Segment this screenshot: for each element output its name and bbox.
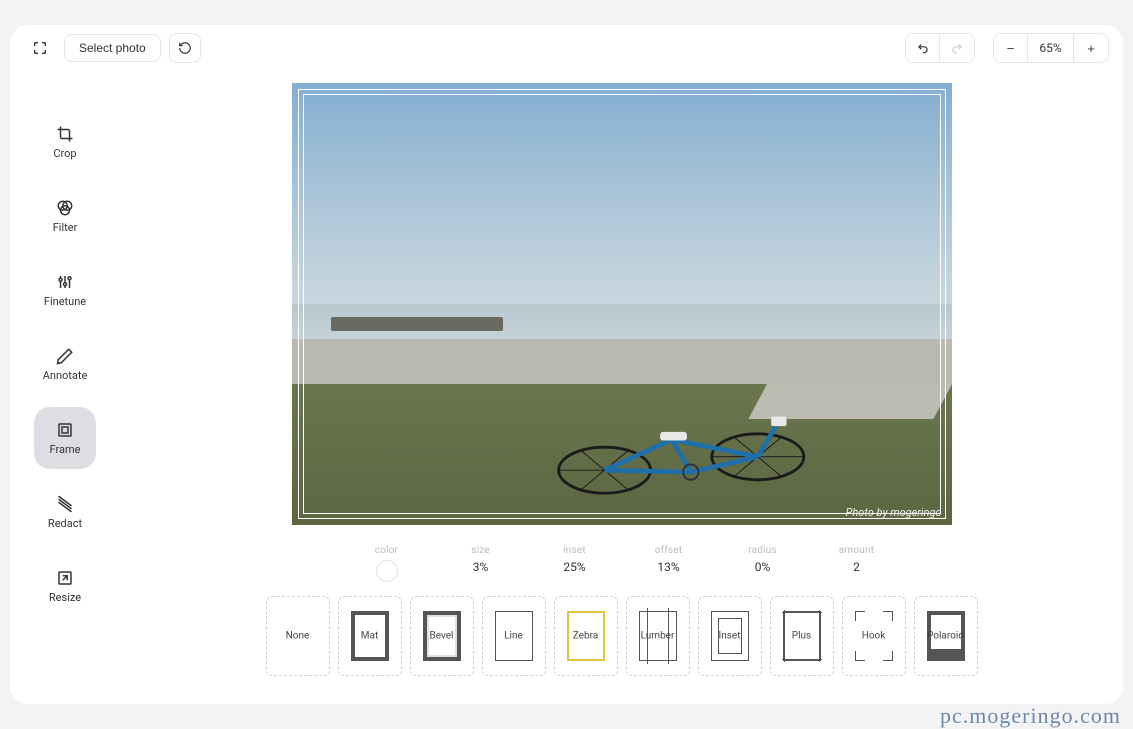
fullscreen-icon — [32, 40, 48, 56]
tool-label: Annotate — [43, 369, 88, 382]
param-label: amount — [839, 545, 874, 556]
photo: Photo by mogeringo — [292, 83, 952, 525]
param-value: 25% — [563, 560, 585, 574]
tool-finetune[interactable]: Finetune — [34, 259, 96, 321]
site-watermark: pc.mogeringo.com — [940, 703, 1121, 729]
param-value: 3% — [473, 560, 489, 574]
param-value: 0% — [755, 560, 771, 574]
style-none[interactable]: None — [266, 596, 330, 676]
param-size[interactable]: size 3% — [454, 545, 508, 574]
tool-label: Crop — [53, 147, 76, 160]
photo-subject-bicycle — [536, 384, 826, 499]
zoom-in-button[interactable]: + — [1074, 34, 1108, 62]
tool-crop[interactable]: Crop — [34, 111, 96, 173]
app-shell: Select photo − 65% + — [10, 25, 1123, 704]
undo-button[interactable] — [906, 34, 940, 62]
redact-icon — [56, 495, 74, 513]
tool-label: Frame — [50, 443, 81, 456]
color-swatch[interactable] — [376, 560, 398, 582]
tool-filter[interactable]: Filter — [34, 185, 96, 247]
sidebar: Crop Filter Finetune Annotate Frame Reda… — [10, 71, 120, 704]
style-mat[interactable]: Mat — [338, 596, 402, 676]
zoom-out-button[interactable]: − — [994, 34, 1028, 62]
zoom-group: − 65% + — [993, 33, 1109, 63]
annotate-icon — [56, 347, 74, 365]
undo-redo-group — [905, 33, 975, 63]
canvas[interactable]: Photo by mogeringo — [292, 83, 952, 525]
style-polaroid[interactable]: Polaroid — [914, 596, 978, 676]
style-hook[interactable]: Hook — [842, 596, 906, 676]
tool-redact[interactable]: Redact — [34, 481, 96, 543]
style-lumber[interactable]: Lumber — [626, 596, 690, 676]
zoom-level: 65% — [1028, 34, 1074, 62]
redo-button[interactable] — [940, 34, 974, 62]
revert-button[interactable] — [169, 33, 201, 63]
param-color[interactable]: color — [360, 545, 414, 582]
param-label: offset — [655, 545, 683, 556]
style-bevel[interactable]: Bevel — [410, 596, 474, 676]
crop-icon — [56, 125, 74, 143]
param-radius[interactable]: radius 0% — [736, 545, 790, 574]
fullscreen-button[interactable] — [24, 33, 56, 63]
resize-icon — [56, 569, 74, 587]
frame-styles: None Mat Bevel Line Zebra — [266, 596, 978, 676]
style-line[interactable]: Line — [482, 596, 546, 676]
body: Crop Filter Finetune Annotate Frame Reda… — [10, 71, 1123, 704]
filter-icon — [56, 199, 74, 217]
main-panel: Photo by mogeringo color size 3% inset 2… — [120, 71, 1123, 704]
photo-watermark: Photo by mogeringo — [846, 506, 942, 519]
param-inset[interactable]: inset 25% — [548, 545, 602, 574]
style-plus[interactable]: Plus — [770, 596, 834, 676]
tool-label: Finetune — [44, 295, 86, 308]
finetune-icon — [56, 273, 74, 291]
param-amount[interactable]: amount 2 — [830, 545, 884, 574]
tool-annotate[interactable]: Annotate — [34, 333, 96, 395]
tool-resize[interactable]: Resize — [34, 555, 96, 617]
param-value: 2 — [853, 560, 860, 574]
select-photo-button[interactable]: Select photo — [64, 34, 161, 62]
tool-frame[interactable]: Frame — [34, 407, 96, 469]
tool-label: Resize — [49, 591, 81, 604]
param-label: size — [471, 545, 490, 556]
param-offset[interactable]: offset 13% — [642, 545, 696, 574]
undo-icon — [916, 41, 930, 55]
redo-icon — [950, 41, 964, 55]
frame-params: color size 3% inset 25% offset 13% radiu… — [360, 545, 884, 582]
style-inset[interactable]: Inset — [698, 596, 762, 676]
param-label: radius — [748, 545, 777, 556]
tool-label: Filter — [53, 221, 78, 234]
style-zebra[interactable]: Zebra — [554, 596, 618, 676]
history-icon — [178, 41, 192, 55]
param-label: color — [375, 545, 398, 556]
topbar: Select photo − 65% + — [10, 25, 1123, 71]
frame-icon — [56, 421, 74, 439]
param-label: inset — [563, 545, 586, 556]
param-value: 13% — [657, 560, 679, 574]
tool-label: Redact — [48, 517, 82, 530]
